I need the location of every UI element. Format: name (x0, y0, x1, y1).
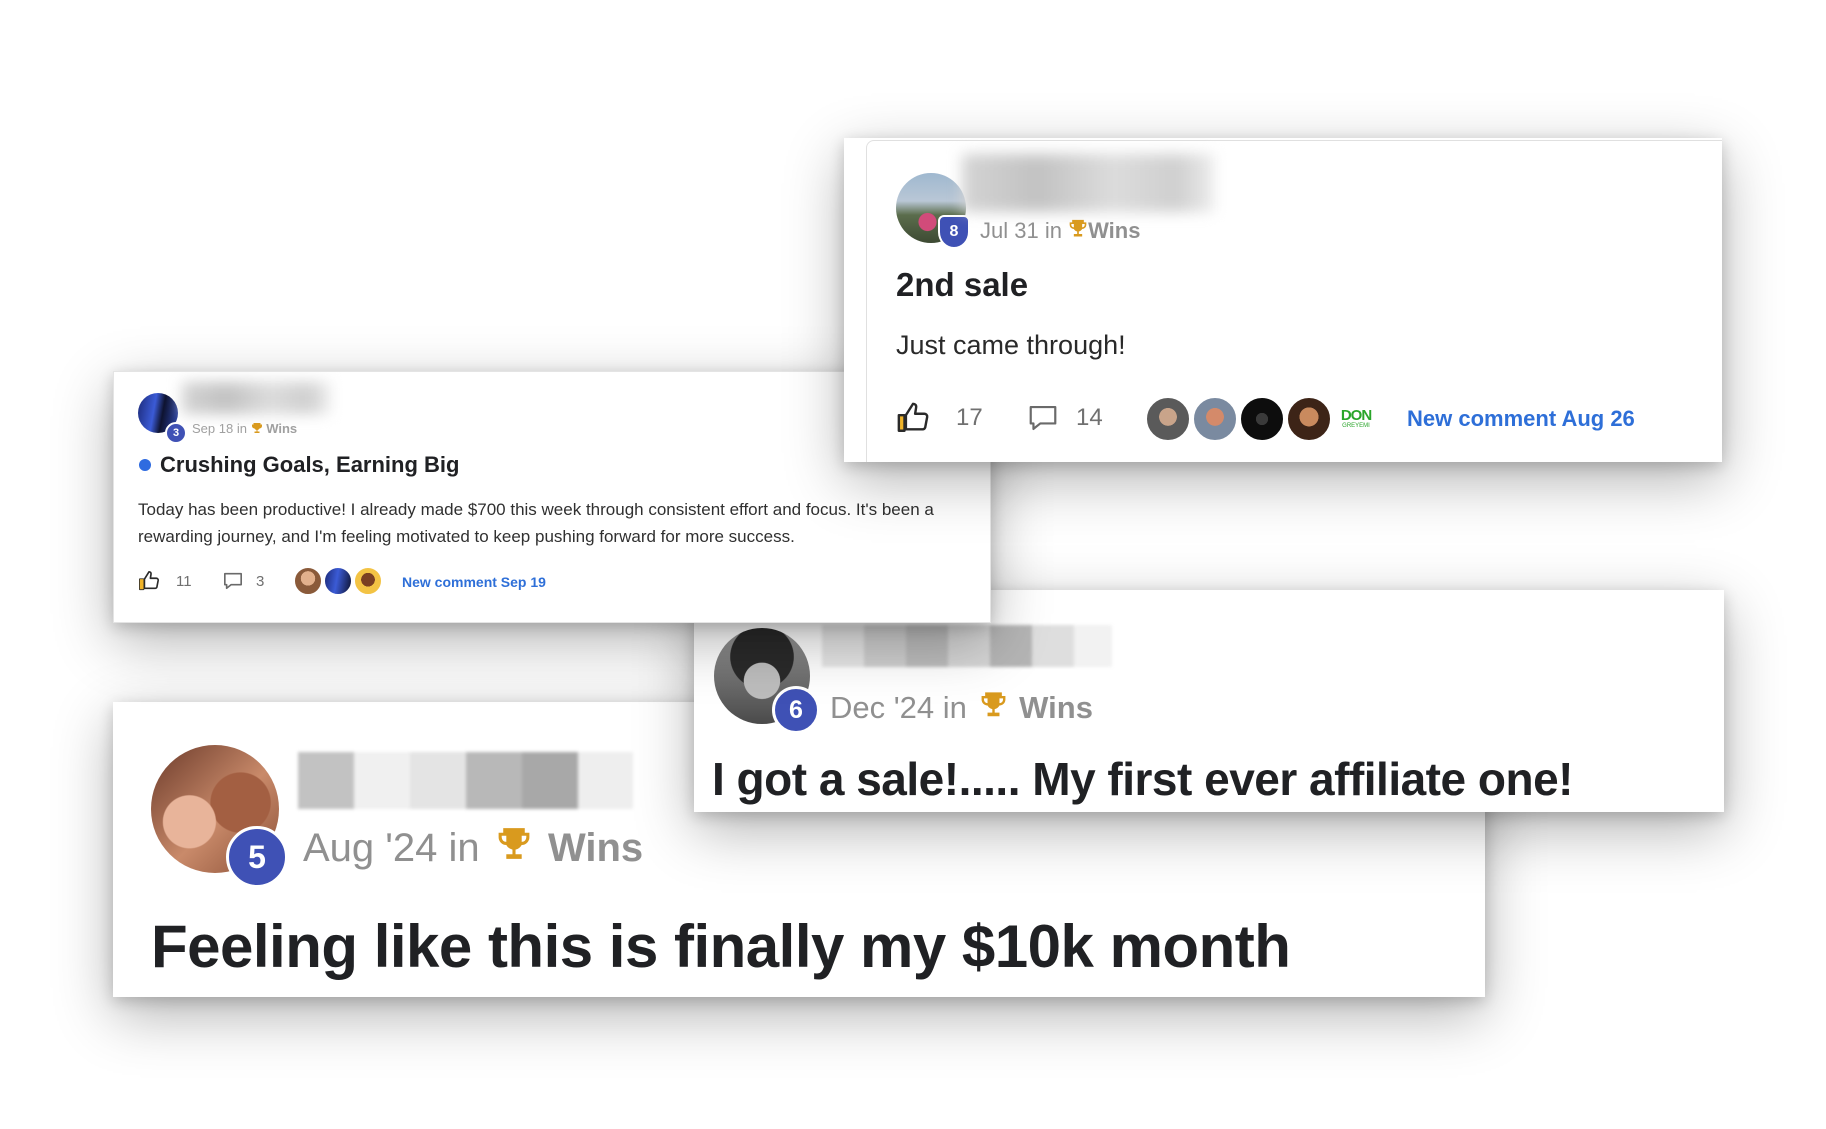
comment-icon[interactable] (1026, 403, 1060, 433)
commenter-avatar[interactable] (1239, 396, 1285, 442)
commenter-avatar[interactable] (1286, 396, 1332, 442)
category-link[interactable]: Wins (1019, 690, 1093, 725)
post-date: Sep 18 (192, 421, 234, 436)
commenter-avatar[interactable] (353, 566, 383, 596)
post-title[interactable]: Feeling like this is finally my $10k mon… (151, 912, 1291, 981)
level-badge: 3 (165, 422, 187, 444)
post-body: Just came through! (896, 330, 1126, 360)
post-card-jul31[interactable]: 8 Jul 31 in Wins 2nd sale Just came thro… (844, 138, 1722, 462)
unread-dot (139, 459, 151, 471)
post-meta: Aug '24 in Wins (303, 825, 644, 870)
post-date: Jul 31 (980, 218, 1039, 243)
post-card-dec24[interactable]: 6 Dec '24 in Wins I got a sale!..... My … (694, 590, 1724, 812)
author-name-redacted (822, 625, 1112, 667)
trophy-icon (251, 422, 263, 435)
post-meta: Dec '24 in Wins (830, 690, 1093, 725)
trophy-icon (1068, 218, 1088, 240)
trophy-icon (979, 690, 1008, 721)
comment-icon[interactable] (222, 571, 244, 591)
category-link[interactable]: Wins (266, 421, 297, 436)
thumbs-up-icon[interactable] (896, 401, 930, 435)
new-comment-link[interactable]: New comment Aug 26 (1407, 406, 1635, 432)
post-meta: Sep 18 in Wins (192, 421, 298, 436)
post-title[interactable]: 2nd sale (896, 266, 1028, 304)
post-meta: Jul 31 in Wins (980, 218, 1141, 243)
level-badge: 8 (938, 215, 970, 249)
comment-count: 14 (1076, 404, 1103, 431)
new-comment-link[interactable]: New comment Sep 19 (402, 574, 546, 590)
author-name-redacted (962, 154, 1214, 212)
commenter-avatar[interactable] (1192, 396, 1238, 442)
commenter-avatar[interactable]: DON GREYEMI (1333, 396, 1379, 442)
post-date: Dec '24 (830, 690, 935, 725)
category-link[interactable]: Wins (548, 826, 643, 870)
commenter-avatar[interactable] (323, 566, 353, 596)
level-badge: 5 (226, 826, 288, 888)
trophy-icon (495, 825, 533, 865)
post-body: Today has been productive! I already mad… (138, 500, 934, 546)
comment-count: 3 (256, 573, 265, 590)
like-count: 11 (176, 573, 192, 590)
category-link[interactable]: Wins (1088, 218, 1140, 243)
commenter-avatar[interactable] (1145, 396, 1191, 442)
author-name-redacted (182, 382, 330, 414)
author-name-redacted (298, 752, 633, 809)
post-date: Aug '24 (303, 826, 438, 870)
like-count: 17 (956, 404, 983, 431)
post-title[interactable]: I got a sale!..... My first ever affilia… (712, 752, 1573, 806)
thumbs-up-icon[interactable] (138, 570, 160, 592)
level-badge: 6 (772, 686, 820, 734)
post-title[interactable]: Crushing Goals, Earning Big (160, 452, 459, 478)
commenter-avatar[interactable] (293, 566, 323, 596)
